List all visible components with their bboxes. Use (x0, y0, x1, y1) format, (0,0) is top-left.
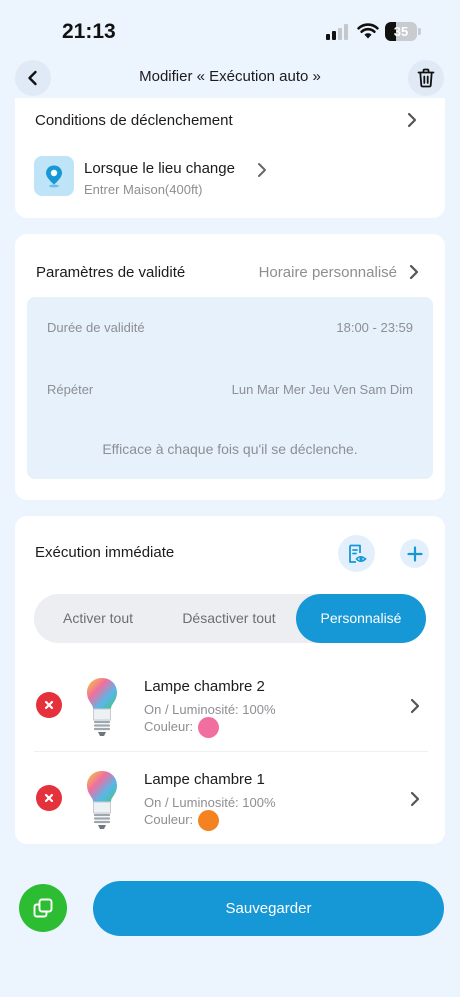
cellular-signal-icon (326, 24, 350, 40)
device-color-swatch (198, 717, 220, 738)
validity-header[interactable]: Paramètres de validité Horaire personnal… (36, 262, 419, 282)
back-button[interactable] (15, 60, 51, 96)
activation-segmented-control: Activer tout Désactiver tout Personnalis… (34, 594, 426, 643)
conditions-title: Conditions de déclenchement (35, 111, 233, 129)
duration-row: Durée de validité 18:00 - 23:59 (47, 320, 413, 335)
validity-details: Durée de validité 18:00 - 23:59 Répéter … (27, 297, 433, 479)
delete-button[interactable] (408, 60, 444, 96)
device-color-row: Couleur: (144, 810, 220, 831)
device-color-row: Couleur: (144, 717, 220, 738)
status-bar: 21:13 35 (0, 0, 460, 60)
preview-eye-icon (348, 544, 367, 563)
remove-device-button[interactable] (36, 785, 62, 811)
validity-note: Efficace à chaque fois qu'il se déclench… (102, 441, 358, 457)
plus-icon (406, 545, 423, 562)
chevron-right-icon (410, 698, 420, 714)
repeat-label: Répéter (47, 382, 94, 397)
device-name: Lampe chambre 1 (144, 771, 265, 788)
copy-icon (33, 898, 53, 918)
status-time: 21:13 (62, 20, 116, 43)
device-color-swatch (198, 810, 220, 831)
chevron-right-icon (410, 791, 420, 807)
battery-level: 35 (393, 24, 409, 39)
nav-bar: Modifier « Exécution auto » (0, 58, 460, 98)
segment-activate-all[interactable]: Activer tout (34, 594, 162, 643)
conditions-header[interactable]: Conditions de déclenchement (35, 110, 417, 130)
device-state: On / Luminosité: 100% (144, 702, 276, 717)
battery-icon: 35 (385, 22, 421, 41)
trigger-title: Lorsque le lieu change (84, 160, 235, 177)
conditions-card: Conditions de déclenchement Lorsque le l… (15, 98, 445, 218)
device-color-label: Couleur: (144, 811, 194, 827)
device-item[interactable]: Lampe chambre 2 On / Luminosité: 100% Co… (15, 659, 445, 751)
light-bulb-icon (87, 771, 117, 829)
save-button[interactable]: Sauvegarder (93, 881, 444, 936)
duration-label: Durée de validité (47, 320, 145, 335)
validity-label: Paramètres de validité (36, 263, 186, 281)
chevron-right-icon (258, 163, 266, 177)
device-color-label: Couleur: (144, 718, 194, 734)
segment-custom[interactable]: Personnalisé (296, 594, 426, 643)
location-pin-icon (34, 156, 74, 196)
preview-button[interactable] (338, 535, 375, 572)
copy-button[interactable] (19, 884, 67, 932)
repeat-row: Répéter Lun Mar Mer Jeu Ven Sam Dim (47, 382, 413, 397)
repeat-value: Lun Mar Mer Jeu Ven Sam Dim (231, 382, 413, 397)
segment-deactivate-all[interactable]: Désactiver tout (162, 594, 296, 643)
device-item[interactable]: Lampe chambre 1 On / Luminosité: 100% Co… (15, 752, 445, 844)
close-icon (44, 793, 54, 803)
trigger-subtitle: Entrer Maison(400ft) (84, 182, 203, 197)
chevron-left-icon (28, 70, 37, 86)
chevron-right-icon (407, 112, 417, 128)
device-name: Lampe chambre 2 (144, 678, 265, 695)
close-icon (44, 700, 54, 710)
duration-value: 18:00 - 23:59 (336, 320, 413, 335)
chevron-right-icon (409, 264, 419, 280)
validity-value: Horaire personnalisé (258, 263, 397, 281)
execution-title: Exécution immédiate (35, 544, 175, 561)
validity-card: Paramètres de validité Horaire personnal… (15, 234, 445, 500)
add-action-button[interactable] (400, 539, 429, 568)
trigger-item[interactable]: Lorsque le lieu change Entrer Maison(400… (15, 138, 445, 198)
execution-card: Exécution immédiate Activer tout Désacti… (15, 516, 445, 844)
device-state: On / Luminosité: 100% (144, 795, 276, 810)
remove-device-button[interactable] (36, 692, 62, 718)
wifi-icon (357, 23, 379, 39)
page-title: Modifier « Exécution auto » (139, 68, 321, 85)
trash-icon (417, 68, 435, 88)
light-bulb-icon (87, 678, 117, 736)
